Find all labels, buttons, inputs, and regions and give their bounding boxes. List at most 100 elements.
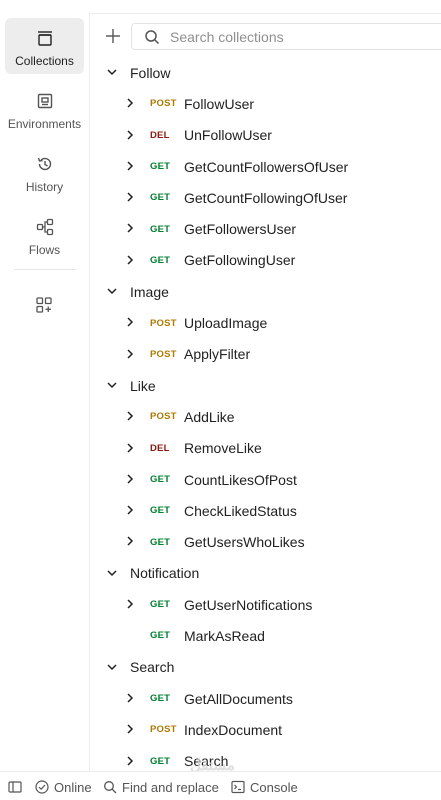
chevron-right-icon[interactable] bbox=[123, 253, 137, 267]
request-item[interactable]: POST IndexDocument bbox=[90, 714, 441, 745]
request-name: RemoveLike bbox=[184, 440, 262, 457]
sidebar-item-label: History bbox=[25, 180, 64, 194]
method-badge: GET bbox=[150, 536, 171, 548]
request-name: GetUserNotifications bbox=[184, 596, 313, 613]
search-icon bbox=[145, 30, 160, 45]
add-widget-icon[interactable] bbox=[33, 294, 55, 316]
window-top-edge bbox=[0, 0, 441, 14]
chevron-right-icon[interactable] bbox=[123, 722, 137, 736]
request-item[interactable]: GET CountLikesOfPost bbox=[90, 464, 441, 495]
request-item[interactable]: GET GetFollowingUser bbox=[90, 245, 441, 276]
chevron-down-icon[interactable] bbox=[105, 378, 119, 392]
method-badge: DEL bbox=[150, 442, 170, 454]
folder-notification[interactable]: Notification bbox=[90, 558, 441, 589]
folder-search[interactable]: Search bbox=[90, 652, 441, 683]
environments-icon bbox=[5, 91, 84, 111]
request-name: UploadImage bbox=[184, 315, 268, 332]
chevron-down-icon[interactable] bbox=[105, 65, 119, 79]
status-bar: Online Find and replace Console bbox=[0, 771, 441, 800]
chevron-right-icon[interactable] bbox=[123, 221, 137, 235]
chevron-right-icon[interactable] bbox=[123, 754, 137, 768]
request-item[interactable]: POST AddLike bbox=[90, 401, 441, 432]
chevron-right-icon[interactable] bbox=[123, 128, 137, 142]
request-name: MarkAsRead bbox=[184, 627, 265, 644]
console-icon bbox=[231, 780, 245, 794]
chevron-right-icon[interactable] bbox=[123, 190, 137, 204]
history-icon bbox=[5, 154, 84, 174]
request-item[interactable]: DEL RemoveLike bbox=[90, 433, 441, 464]
folder-name: Image bbox=[130, 283, 169, 300]
method-badge: POST bbox=[150, 348, 177, 360]
console-button[interactable]: Console bbox=[231, 779, 298, 795]
chevron-right-icon[interactable] bbox=[123, 409, 137, 423]
method-badge: POST bbox=[150, 724, 177, 736]
request-name: GetCountFollowersOfUser bbox=[184, 158, 349, 175]
chevron-right-icon[interactable] bbox=[123, 347, 137, 361]
chevron-right-icon[interactable] bbox=[123, 315, 137, 329]
request-item[interactable]: GET GetAllDocuments bbox=[90, 683, 441, 714]
request-item[interactable]: DEL UnFollowUser bbox=[90, 120, 441, 151]
method-badge: GET bbox=[150, 161, 171, 173]
request-item[interactable]: GET GetUsersWhoLikes bbox=[90, 526, 441, 557]
sidebar-item-environments[interactable]: Environments bbox=[5, 81, 84, 137]
chevron-right-icon[interactable] bbox=[123, 691, 137, 705]
chevron-right-icon[interactable] bbox=[123, 534, 137, 548]
chevron-right-icon[interactable] bbox=[123, 159, 137, 173]
request-item[interactable]: GET MarkAsRead bbox=[90, 620, 441, 651]
folder-name: Follow bbox=[130, 64, 171, 81]
flows-icon bbox=[5, 217, 84, 237]
method-badge: GET bbox=[150, 192, 171, 204]
folder-follow[interactable]: Follow bbox=[90, 57, 441, 88]
method-badge: POST bbox=[150, 98, 177, 110]
new-collection-button[interactable] bbox=[102, 25, 124, 47]
method-badge: GET bbox=[150, 599, 171, 611]
collection-tree: Follow POST FollowUser DEL UnFollowUser GET Ge… bbox=[90, 57, 441, 771]
chevron-right-icon[interactable] bbox=[123, 96, 137, 110]
find-replace-label: Find and replace bbox=[122, 779, 219, 795]
request-item[interactable]: GET GetCountFollowersOfUser bbox=[90, 151, 441, 182]
sidebar-item-history[interactable]: History bbox=[5, 144, 84, 200]
search-icon bbox=[104, 781, 117, 794]
chevron-right-icon[interactable] bbox=[123, 472, 137, 486]
online-status[interactable]: Online bbox=[35, 779, 92, 795]
chevron-right-icon[interactable] bbox=[123, 441, 137, 455]
sidebar-item-label: Environments bbox=[7, 117, 82, 131]
method-badge: GET bbox=[150, 755, 171, 767]
sidebar-rail: Collections Environments History Flows bbox=[0, 13, 90, 771]
method-badge: GET bbox=[150, 693, 171, 705]
chevron-down-icon[interactable] bbox=[105, 660, 119, 674]
online-label: Online bbox=[54, 779, 92, 795]
sidebar-item-flows[interactable]: Flows bbox=[5, 207, 84, 263]
folder-name: Like bbox=[130, 377, 156, 394]
request-name: GetFollowersUser bbox=[184, 221, 297, 238]
find-replace-button[interactable]: Find and replace bbox=[103, 779, 219, 795]
request-item[interactable]: GET GetCountFollowingOfUser bbox=[90, 182, 441, 213]
request-name: AddLike bbox=[184, 408, 235, 425]
folder-image[interactable]: Image bbox=[90, 276, 441, 307]
request-item[interactable]: GET GetFollowersUser bbox=[90, 213, 441, 244]
request-name: CheckLikedStatus bbox=[184, 502, 297, 519]
request-item[interactable]: GET Search bbox=[90, 746, 441, 771]
chevron-down-icon[interactable] bbox=[105, 284, 119, 298]
request-item[interactable]: GET GetUserNotifications bbox=[90, 589, 441, 620]
method-badge: GET bbox=[150, 474, 171, 485]
chevron-down-icon[interactable] bbox=[105, 566, 119, 580]
method-badge: DEL bbox=[150, 129, 170, 141]
chevron-right-icon[interactable] bbox=[123, 597, 137, 611]
request-item[interactable]: POST UploadImage bbox=[90, 307, 441, 338]
request-name: GetUsersWhoLikes bbox=[184, 534, 305, 551]
sidebar-item-collections[interactable]: Collections bbox=[5, 18, 84, 74]
search-box bbox=[131, 23, 441, 50]
chevron-right-icon[interactable] bbox=[123, 503, 137, 517]
request-item[interactable]: POST ApplyFilter bbox=[90, 339, 441, 370]
request-item[interactable]: GET CheckLikedStatus bbox=[90, 495, 441, 526]
search-input[interactable] bbox=[170, 24, 430, 49]
request-name: GetAllDocuments bbox=[184, 690, 293, 707]
console-label: Console bbox=[250, 779, 298, 795]
toggle-sidebar-button[interactable] bbox=[8, 779, 27, 795]
request-item[interactable]: POST FollowUser bbox=[90, 88, 441, 119]
method-badge: GET bbox=[150, 505, 171, 517]
folder-like[interactable]: Like bbox=[90, 370, 441, 401]
sidebar-item-label: Collections bbox=[15, 54, 74, 68]
request-name: Search bbox=[184, 753, 229, 770]
